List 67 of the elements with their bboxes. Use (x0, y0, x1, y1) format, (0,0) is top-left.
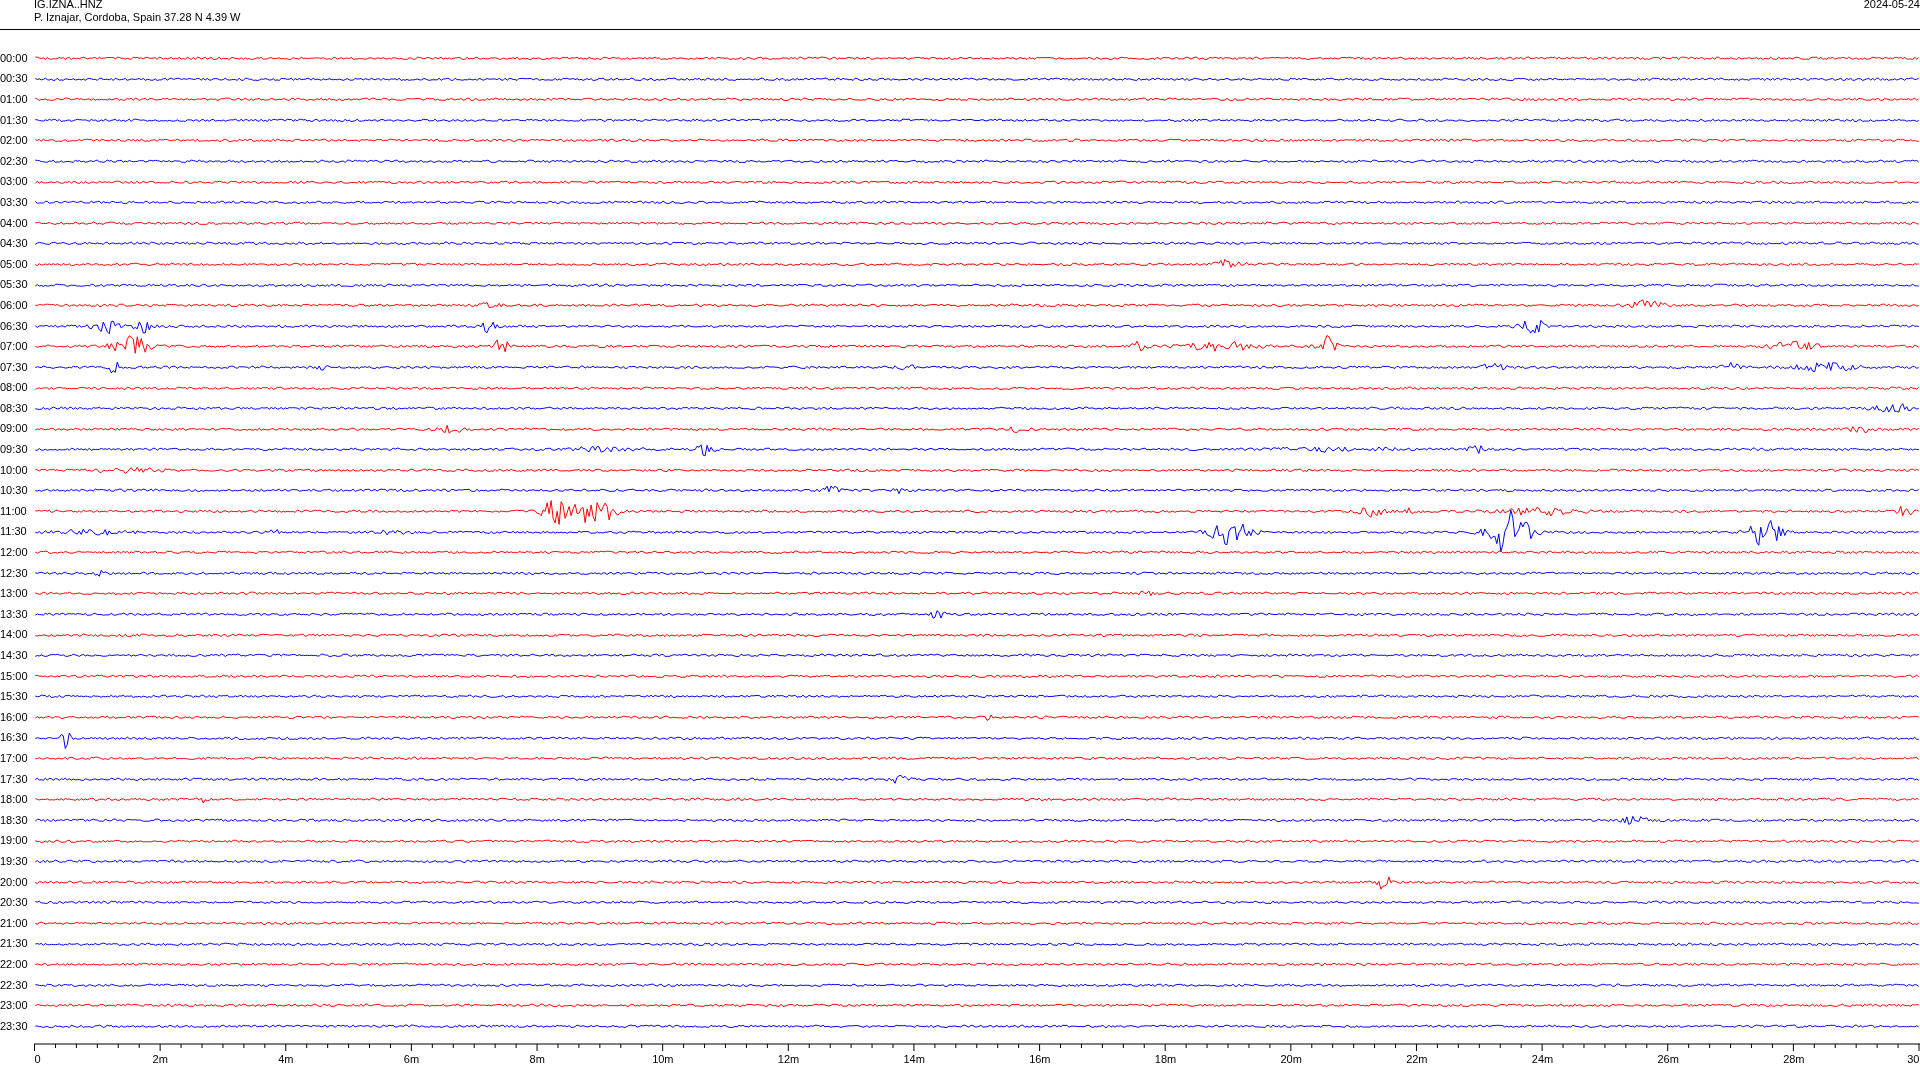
trace-time-label: 16:00 (0, 710, 29, 724)
station-code: IG.IZNA..HNZ (34, 0, 104, 11)
trace-time-label: 12:30 (0, 566, 29, 580)
axis-tick-label: 20m (1280, 1053, 1302, 1065)
axis-tick-label: 12m (777, 1053, 800, 1065)
trace-time-label: 10:30 (0, 484, 29, 498)
trace-time-label: 04:00 (0, 216, 29, 230)
trace-time-label: 06:30 (0, 319, 29, 333)
trace-time-label: 02:30 (0, 154, 29, 168)
trace-time-label: 00:00 (0, 51, 29, 65)
trace-time-label: 11:30 (0, 525, 28, 539)
trace-time-label: 12:00 (0, 546, 29, 560)
trace-time-label: 15:30 (0, 690, 29, 704)
trace-time-label: 10:00 (0, 463, 29, 477)
trace-time-label: 13:00 (0, 587, 29, 601)
trace-time-label: 01:00 (0, 93, 29, 106)
trace-time-label: 09:30 (0, 443, 29, 457)
trace-time-label: 05:30 (0, 278, 29, 292)
trace-time-label: 08:30 (0, 401, 29, 415)
axis-tick-label: 2m (152, 1053, 168, 1065)
trace-time-label: 02:00 (0, 134, 29, 148)
trace-time-label: 14:00 (0, 628, 29, 642)
trace-time-label: 04:30 (0, 237, 29, 251)
axis-tick-label: 26m (1657, 1053, 1679, 1065)
trace-time-label: 18:00 (0, 793, 29, 807)
trace-time-label: 00:30 (0, 72, 29, 86)
axis-tick-label: 14m (903, 1053, 925, 1065)
trace-time-label: 18:30 (0, 813, 29, 827)
axis-tick-label: 18m (1154, 1053, 1177, 1065)
trace-time-label: 23:00 (0, 999, 29, 1013)
axis-tick-label: 6m (403, 1053, 420, 1065)
axis-tick-label: 30 (1907, 1053, 1920, 1065)
trace-time-label: 05:00 (0, 257, 29, 271)
trace-time-label: 01:30 (0, 113, 29, 127)
trace-time-label: 21:00 (0, 916, 29, 930)
trace-time-label: 13:30 (0, 607, 29, 621)
trace-time-label: 14:30 (0, 649, 29, 662)
axis-tick-label: 4m (278, 1053, 294, 1065)
axis-tick-label: 16m (1029, 1053, 1051, 1065)
trace-time-label: 16:30 (0, 731, 29, 745)
trace-time-label: 09:00 (0, 422, 29, 436)
trace-time-label: 20:30 (0, 896, 29, 910)
record-date: 2024-05-24 (1863, 0, 1920, 12)
axis-tick-label: 8m (529, 1053, 545, 1065)
trace-time-label: 22:30 (0, 978, 29, 992)
trace-time-label: 21:30 (0, 937, 29, 951)
trace-time-label: 07:00 (0, 340, 29, 354)
trace-time-label: 06:00 (0, 298, 29, 312)
trace-time-label: 15:00 (0, 669, 29, 683)
trace-time-label: 07:30 (0, 360, 29, 374)
axis-tick-label: 0 (34, 1053, 41, 1065)
trace-time-label: 19:00 (0, 834, 29, 848)
trace-time-label: 03:30 (0, 195, 29, 209)
trace-time-label: 20:00 (0, 875, 29, 889)
axis-tick-label: 24m (1531, 1053, 1554, 1065)
trace-time-label: 23:30 (0, 1019, 29, 1033)
trace-time-label: 08:00 (0, 381, 29, 395)
trace-time-label: 03:00 (0, 175, 29, 189)
axis-tick-label: 10m (652, 1053, 674, 1065)
station-location: P. Iznajar, Cordoba, Spain 37.28 N 4.39 W (34, 11, 241, 24)
axis-tick-label: 28m (1783, 1053, 1805, 1065)
trace-time-label: 22:00 (0, 957, 29, 971)
trace-time-label: 17:00 (0, 752, 29, 765)
trace-time-label: 11:00 (0, 504, 28, 518)
trace-time-label: 17:30 (0, 772, 29, 786)
trace-time-label: 19:30 (0, 854, 29, 868)
axis-tick-label: 22m (1406, 1053, 1428, 1065)
